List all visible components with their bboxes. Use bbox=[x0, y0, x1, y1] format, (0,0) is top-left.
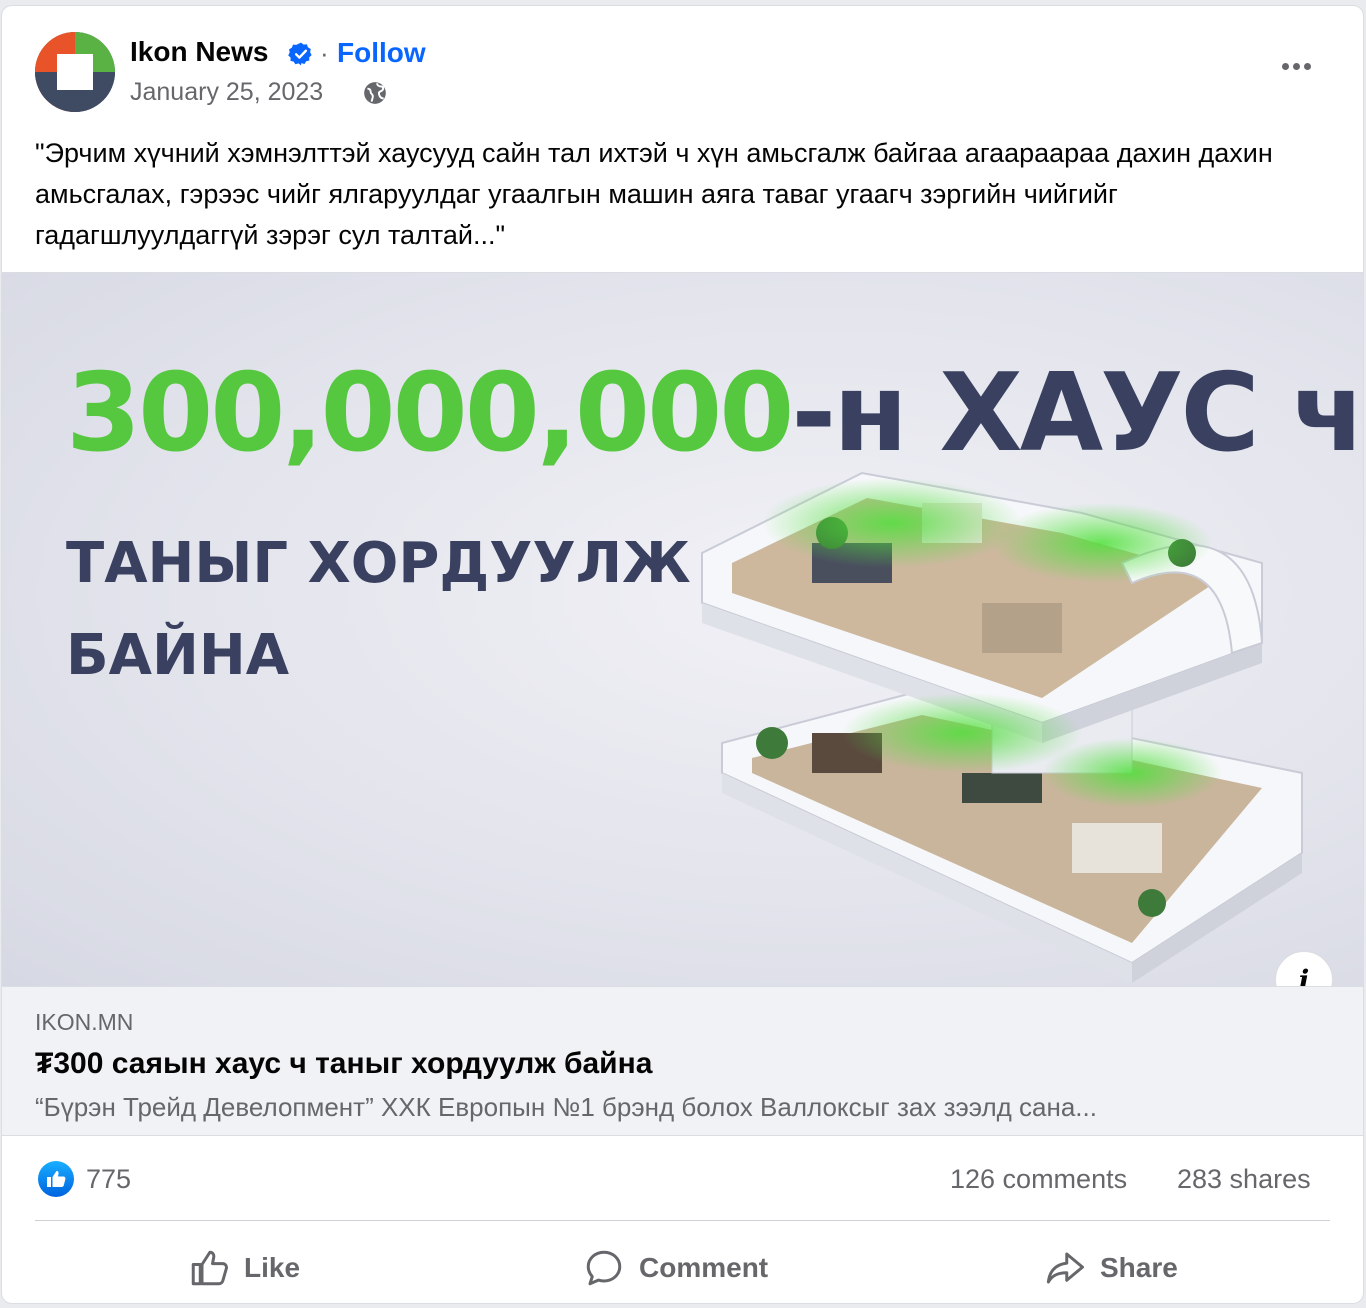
link-title: ₮300 саяын хаус ч таныг хордуулж байна bbox=[35, 1047, 653, 1080]
house-illustration bbox=[701, 471, 1303, 983]
post-date[interactable]: January 25, 2023 bbox=[130, 78, 323, 107]
like-reaction-icon[interactable] bbox=[38, 1161, 74, 1197]
share-label: Share bbox=[1100, 1252, 1178, 1283]
post-image[interactable]: 300,000,000-н ХАУС ч ТАНЫГ ХОРДУУЛЖ БАЙН… bbox=[2, 272, 1363, 986]
image-subline-1: ТАНЫГ ХОРДУУЛЖ bbox=[66, 531, 691, 596]
shares-count[interactable]: 283 shares bbox=[1177, 1164, 1311, 1195]
page-avatar[interactable] bbox=[35, 32, 115, 112]
image-subline: ТАНЫГ ХОРДУУЛЖ БАЙНА bbox=[66, 518, 691, 702]
globe-icon[interactable] bbox=[362, 80, 388, 106]
share-icon bbox=[1046, 1252, 1084, 1284]
thumbs-up-icon bbox=[191, 1250, 228, 1286]
more-dot-icon bbox=[1303, 62, 1311, 70]
more-dot-icon bbox=[1292, 62, 1300, 70]
follow-button[interactable]: Follow bbox=[337, 37, 426, 69]
reaction-count[interactable]: 775 bbox=[86, 1164, 131, 1195]
share-button[interactable]: Share bbox=[1044, 1238, 1178, 1298]
link-domain: IKON.MN bbox=[35, 1009, 134, 1035]
comments-count[interactable]: 126 comments bbox=[950, 1164, 1127, 1195]
image-subline-2: БАЙНА bbox=[66, 623, 290, 688]
link-preview[interactable]: IKON.MN ₮300 саяын хаус ч таныг хордуулж… bbox=[2, 986, 1363, 1136]
post-text: "Эрчим хүчний хэмнэлттэй хаусууд сайн та… bbox=[35, 138, 1273, 250]
verified-badge-icon bbox=[288, 42, 312, 66]
more-dot-icon bbox=[1281, 62, 1289, 70]
header-separator: · bbox=[320, 38, 329, 68]
comment-label: Comment bbox=[639, 1252, 769, 1283]
page-name[interactable]: Ikon News bbox=[130, 36, 268, 68]
more-options-button[interactable] bbox=[1274, 48, 1318, 84]
comment-button[interactable]: Comment bbox=[583, 1238, 768, 1298]
link-description: “Бүрэн Трейд Девелопмент” ХХК Европын №1… bbox=[35, 1092, 1097, 1122]
like-label: Like bbox=[244, 1252, 301, 1283]
like-button[interactable]: Like bbox=[188, 1238, 300, 1298]
post-card: Ikon News · Follow January 25, 2023 "Эрч… bbox=[2, 6, 1363, 1303]
stats-divider bbox=[35, 1220, 1330, 1221]
comment-icon bbox=[586, 1250, 622, 1286]
